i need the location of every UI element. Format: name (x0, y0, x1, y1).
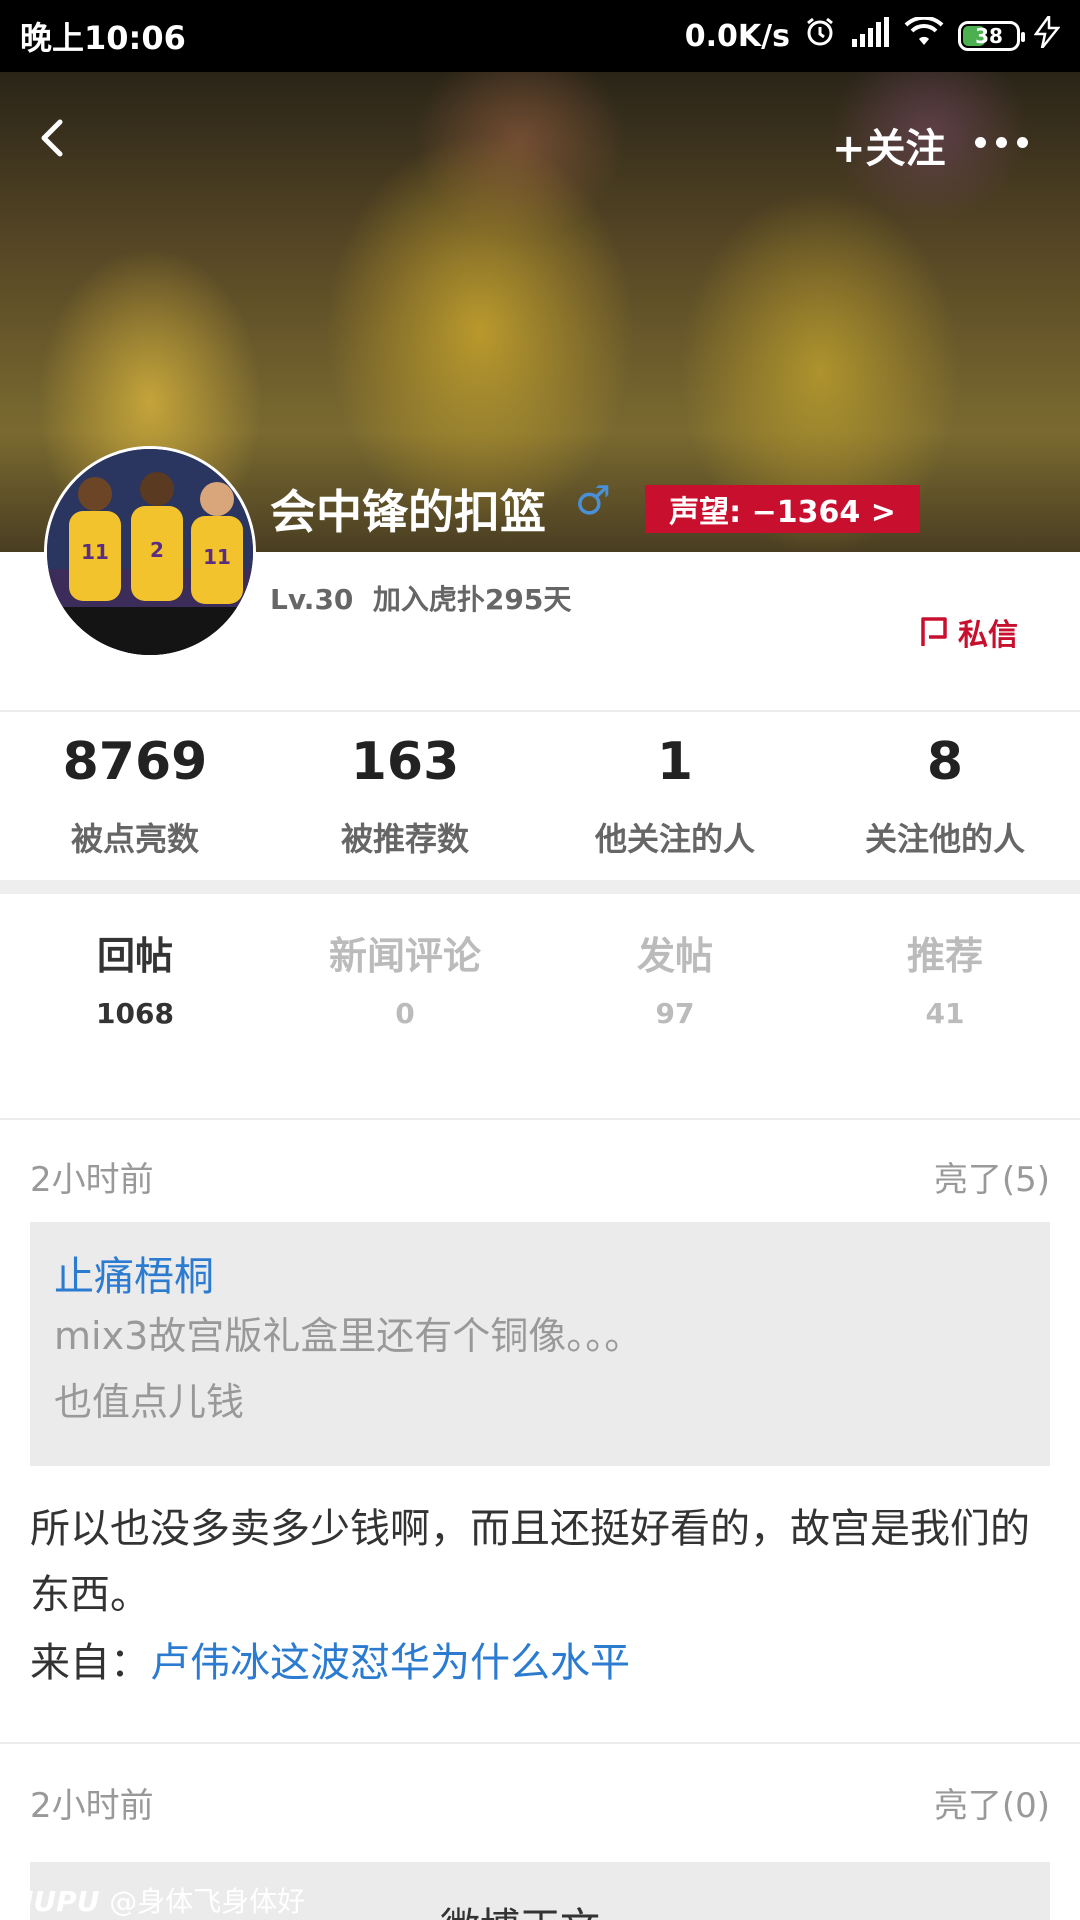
post-source: 来自：卢伟冰这波怼华为什么水平 (30, 1630, 630, 1688)
stat-value: 8 (926, 732, 964, 792)
watermark-handle: @身体飞身体好 (109, 1885, 306, 1918)
content-tabs: 回帖 1068 新闻评论 0 发帖 97 推荐 41 (0, 925, 1080, 1030)
quote-text-partial: 微博正文 (440, 1895, 600, 1920)
post-body[interactable]: 所以也没多卖多少钱啊，而且还挺好看的，故宫是我们的东西。 (30, 1496, 1050, 1628)
quote-author[interactable]: 止痛梧桐 (54, 1244, 1026, 1302)
avatar[interactable]: 11 2 11 (44, 446, 256, 658)
status-bar: 晚上10:06 0.0K/s 38 (0, 0, 1080, 72)
stats-row: 8769 被点亮数 163 被推荐数 1 他关注的人 8 关注他的人 (0, 720, 1080, 880)
wifi-icon (904, 15, 944, 55)
joined-days: 加入虎扑295天 (372, 583, 572, 616)
tab-count: 97 (655, 997, 695, 1030)
status-time: 晚上10:06 (20, 19, 186, 57)
tab-label: 推荐 (906, 934, 983, 978)
more-dots-icon[interactable] (975, 122, 1035, 162)
stat-label: 他关注的人 (594, 820, 755, 858)
male-icon: ♂ (575, 478, 611, 524)
level-info: Lv.30 加入虎扑295天 (270, 578, 571, 618)
stat-likes[interactable]: 8769 被点亮数 (0, 720, 270, 880)
network-speed: 0.0K/s (684, 18, 790, 54)
section-gap (0, 880, 1080, 894)
flag-icon (921, 617, 947, 646)
post-meta: 2小时前 亮了(0) (30, 1778, 1050, 1827)
tab-recommend[interactable]: 推荐 41 (810, 925, 1080, 1030)
post-likes[interactable]: 亮了(5) (934, 1152, 1050, 1201)
quote-text-line: 也值点儿钱 (54, 1380, 245, 1424)
post-time: 2小时前 (30, 1786, 154, 1826)
tab-posts[interactable]: 发帖 97 (540, 925, 810, 1030)
watermark: HUPU @身体飞身体好 (10, 1880, 305, 1920)
divider (0, 1118, 1080, 1120)
stat-recommended[interactable]: 163 被推荐数 (270, 720, 540, 880)
private-message-button[interactable]: 私信 (920, 610, 1018, 654)
alarm-icon (804, 16, 836, 56)
stat-following[interactable]: 1 他关注的人 (540, 720, 810, 880)
quoted-reply[interactable]: 止痛梧桐 mix3故宫版礼盒里还有个铜像。。。 也值点儿钱 (30, 1222, 1050, 1466)
stat-value: 8769 (62, 732, 208, 792)
tab-news-comments[interactable]: 新闻评论 0 (270, 925, 540, 1030)
post-time: 2小时前 (30, 1160, 154, 1200)
dm-label: 私信 (958, 618, 1018, 653)
quote-text-line: mix3故宫版礼盒里还有个铜像。。。 (54, 1314, 643, 1358)
watermark-brand: HUPU (10, 1885, 100, 1918)
chevron-left-icon (41, 119, 63, 157)
source-label: 来自： (30, 1640, 150, 1686)
level-label: Lv.30 (270, 583, 354, 616)
stat-value: 1 (656, 732, 694, 792)
stat-label: 关注他的人 (864, 820, 1025, 858)
svg-text:11: 11 (203, 545, 231, 569)
tab-count: 0 (395, 997, 415, 1030)
battery-icon: 38 (958, 21, 1025, 51)
stat-value: 163 (350, 732, 460, 792)
reputation-badge[interactable]: 声望: −1364 > (645, 485, 920, 533)
tab-label: 新闻评论 (328, 934, 481, 978)
back-button[interactable] (30, 108, 74, 168)
stat-followers[interactable]: 8 关注他的人 (810, 720, 1080, 880)
tab-label: 发帖 (636, 934, 713, 978)
tab-label: 回帖 (96, 934, 173, 978)
tab-replies[interactable]: 回帖 1068 (0, 925, 270, 1030)
status-icons: 0.0K/s 38 (684, 12, 1061, 56)
divider (0, 710, 1080, 712)
profile-page: { "status_bar": { "time": "晚上10:06", "ne… (0, 0, 1080, 1920)
post-likes[interactable]: 亮了(0) (934, 1778, 1050, 1827)
source-thread-link[interactable]: 卢伟冰这波怼华为什么水平 (150, 1640, 630, 1686)
charging-icon (1033, 12, 1061, 56)
signal-icon (850, 17, 890, 55)
stat-label: 被推荐数 (340, 820, 469, 858)
svg-text:11: 11 (81, 540, 109, 564)
follow-button[interactable]: +关注 (832, 116, 946, 174)
username: 会中锋的扣篮 (270, 485, 546, 539)
tab-count: 1068 (96, 997, 174, 1030)
svg-text:2: 2 (150, 538, 164, 562)
divider (0, 1742, 1080, 1744)
post-meta: 2小时前 亮了(5) (30, 1152, 1050, 1201)
stat-label: 被点亮数 (70, 820, 199, 858)
tab-count: 41 (925, 997, 965, 1030)
